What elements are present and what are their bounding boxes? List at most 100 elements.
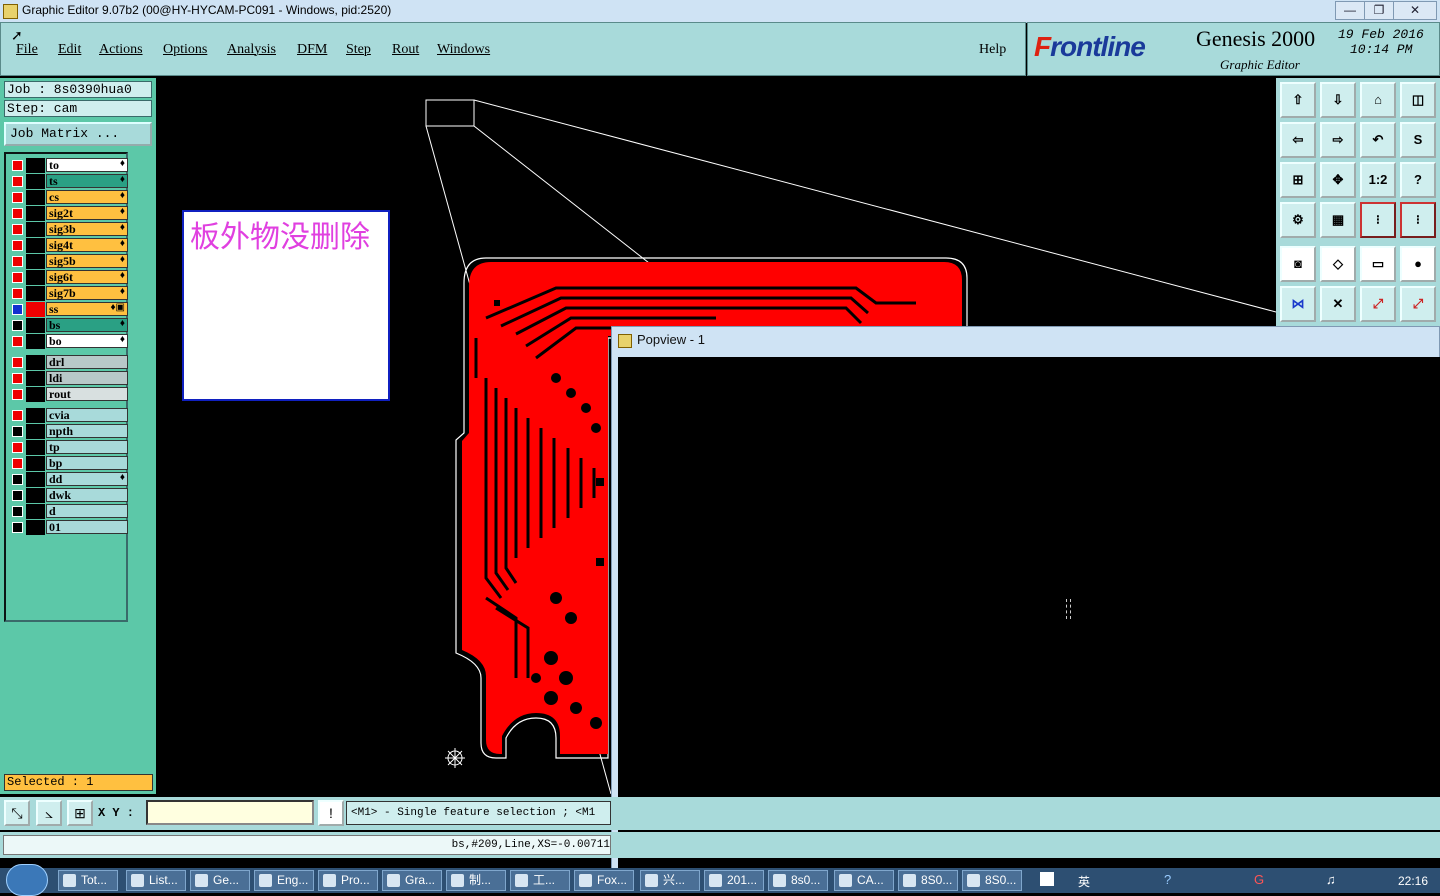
language-indicator[interactable]: 英	[1078, 873, 1090, 890]
layer-display-checkbox[interactable]	[12, 410, 23, 421]
layer-work-toggle[interactable]	[26, 270, 45, 285]
layer-work-toggle[interactable]	[26, 371, 45, 386]
layer-row[interactable]: bp	[10, 456, 128, 471]
taskbar-item[interactable]: Pro...	[318, 870, 378, 891]
taskbar-item[interactable]: Tot...	[58, 870, 118, 891]
zoom-home-icon[interactable]: ⇧	[1280, 82, 1316, 118]
taskbar-item[interactable]: 兴...	[640, 870, 700, 891]
layer-name[interactable]: sig2t	[46, 206, 128, 220]
volume-icon[interactable]: ♫	[1326, 872, 1336, 887]
pan-down-icon[interactable]: ⇩	[1320, 82, 1356, 118]
layer-name[interactable]: to	[46, 158, 128, 172]
pan-right-icon[interactable]: ⇨	[1320, 122, 1356, 158]
layer-display-checkbox[interactable]	[12, 192, 23, 203]
grid-snap-icon[interactable]: ⊞	[67, 800, 93, 826]
layer-display-checkbox[interactable]	[12, 176, 23, 187]
layer-name[interactable]: cs	[46, 190, 128, 204]
layer-row[interactable]: sig6t ♦	[10, 270, 128, 285]
layer-row[interactable]: bo ♦	[10, 334, 128, 349]
layer-display-checkbox[interactable]	[12, 208, 23, 219]
zoom-fit-icon[interactable]: ⊞	[1280, 162, 1316, 198]
layer-name[interactable]: bo	[46, 334, 128, 348]
menu-analysis[interactable]: Analysis	[227, 42, 276, 58]
layer-work-toggle[interactable]	[26, 190, 45, 205]
layer-row[interactable]: bs ♦	[10, 318, 128, 333]
settings-icon[interactable]: ⚙	[1280, 202, 1316, 238]
layer-row[interactable]: to ♦	[10, 158, 128, 173]
menu-rout[interactable]: Rout	[392, 42, 419, 58]
layer-display-checkbox[interactable]	[12, 357, 23, 368]
layer-row[interactable]: sig5b ♦	[10, 254, 128, 269]
layer-work-toggle[interactable]	[26, 206, 45, 221]
menu-actions[interactable]: Actions	[99, 42, 143, 58]
taskbar-item[interactable]: Eng...	[254, 870, 314, 891]
layer-work-toggle[interactable]	[26, 520, 45, 535]
layer-compare-icon[interactable]: ⁝	[1360, 202, 1396, 238]
maximize-button[interactable]: ❐	[1364, 1, 1394, 20]
layer-name[interactable]: d	[46, 504, 128, 518]
start-button[interactable]	[6, 864, 48, 896]
angle-tool-icon[interactable]: ⦣	[36, 800, 62, 826]
taskbar-item[interactable]: 8s0...	[768, 870, 828, 891]
layer-display-checkbox[interactable]	[12, 442, 23, 453]
layer-name[interactable]: dwk	[46, 488, 128, 502]
close-button[interactable]: ✕	[1393, 1, 1437, 20]
layer-name[interactable]: ts	[46, 174, 128, 188]
layer-work-toggle[interactable]	[26, 472, 45, 487]
layer-row[interactable]: rout	[10, 387, 128, 402]
layer-display-checkbox[interactable]	[12, 506, 23, 517]
layer-display-checkbox[interactable]	[12, 490, 23, 501]
taskbar-item[interactable]: Ge...	[190, 870, 250, 891]
menu-dfm[interactable]: DFM	[297, 42, 327, 58]
minimize-button[interactable]: —	[1335, 1, 1365, 20]
layer-display-checkbox[interactable]	[12, 256, 23, 267]
layer-compare-2-icon[interactable]: ⁝	[1400, 202, 1436, 238]
shape-edit-icon[interactable]: ◇	[1320, 246, 1356, 282]
layer-name[interactable]: npth	[46, 424, 128, 438]
layer-name[interactable]: cvia	[46, 408, 128, 422]
taskbar-item[interactable]: CA...	[834, 870, 894, 891]
grid-icon[interactable]: ▦	[1320, 202, 1356, 238]
layer-name[interactable]: sig4t	[46, 238, 128, 252]
ruler-icon[interactable]: ▭	[1360, 246, 1396, 282]
zoom-center-icon[interactable]: ✥	[1320, 162, 1356, 198]
layer-work-toggle[interactable]	[26, 222, 45, 237]
layer-work-toggle[interactable]	[26, 456, 45, 471]
layer-work-toggle[interactable]	[26, 238, 45, 253]
layer-work-toggle[interactable]	[26, 302, 45, 317]
layer-row[interactable]: dd ♦	[10, 472, 128, 487]
layer-name[interactable]: sig5b	[46, 254, 128, 268]
layer-display-checkbox[interactable]	[12, 288, 23, 299]
menu-windows[interactable]: Windows	[437, 42, 490, 58]
redraw-icon[interactable]: S	[1400, 122, 1436, 158]
window-split-icon[interactable]: ◫	[1400, 82, 1436, 118]
layer-row[interactable]: sig4t ♦	[10, 238, 128, 253]
layer-name[interactable]: tp	[46, 440, 128, 454]
xy-input[interactable]	[146, 800, 314, 825]
layer-display-checkbox[interactable]	[12, 304, 23, 315]
layer-row[interactable]: drl	[10, 355, 128, 370]
layer-name[interactable]: ldi	[46, 371, 128, 385]
layer-row[interactable]: ts ♦	[10, 174, 128, 189]
layer-name[interactable]: rout	[46, 387, 128, 401]
layer-work-toggle[interactable]	[26, 355, 45, 370]
taskbar-item[interactable]: 201...	[704, 870, 764, 891]
layer-row[interactable]: cs ♦	[10, 190, 128, 205]
measure-icon[interactable]: ⤢	[1360, 286, 1396, 322]
layer-row[interactable]: sig2t ♦	[10, 206, 128, 221]
layer-name[interactable]: sig6t	[46, 270, 128, 284]
ime-icon[interactable]	[1040, 872, 1054, 886]
taskbar-item[interactable]: 工...	[510, 870, 570, 891]
layer-work-toggle[interactable]	[26, 488, 45, 503]
taskbar-item[interactable]: List...	[126, 870, 186, 891]
job-matrix-button[interactable]: Job Matrix ...	[4, 122, 152, 146]
layer-name[interactable]: bp	[46, 456, 128, 470]
layer-display-checkbox[interactable]	[12, 474, 23, 485]
menu-step[interactable]: Step	[346, 42, 371, 58]
layer-display-checkbox[interactable]	[12, 389, 23, 400]
layer-display-checkbox[interactable]	[12, 160, 23, 171]
menu-file[interactable]: File	[16, 42, 38, 58]
undo-zoom-icon[interactable]: ↶	[1360, 122, 1396, 158]
layer-work-toggle[interactable]	[26, 254, 45, 269]
scale-1to2-icon[interactable]: 1:2	[1360, 162, 1396, 198]
